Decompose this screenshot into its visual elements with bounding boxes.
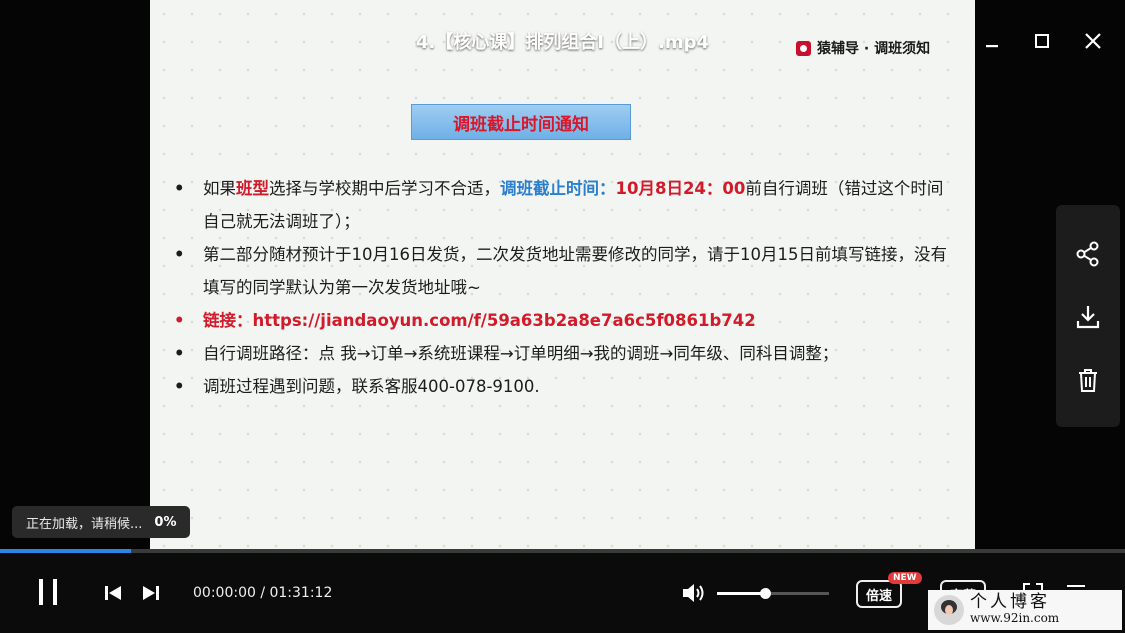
bullet-dot: • (174, 245, 185, 264)
volume-level (717, 592, 766, 595)
time-readout: 00:00:00 / 01:31:12 (193, 585, 333, 601)
bullet-text: 如果 (203, 179, 236, 198)
bullet-dot: • (174, 311, 185, 330)
watermark-title: 个人博客 (970, 592, 1050, 612)
bullet-text: 第二部分随材预计于10月16日发货，二次发货地址需要修改的同学，请于10月15日… (203, 245, 947, 297)
list-item: • 调班过程遇到问题，联系客服400-078-9100. (174, 370, 954, 403)
next-button[interactable] (139, 581, 163, 605)
bullet-text: 自行调班路径：点 我→订单→系统班课程→订单明细→我的调班→同年级、同科目调整； (203, 344, 839, 363)
deadline-value: 10月8日24：00 (615, 179, 746, 198)
video-frame[interactable]: 猿辅导 · 调班须知 调班截止时间通知 • 如果班型选择与学校期中后学习不合适，… (150, 0, 975, 552)
bullet-list: • 如果班型选择与学校期中后学习不合适，调班截止时间：10月8日24：00前自行… (174, 172, 954, 403)
volume-button[interactable] (680, 580, 708, 606)
share-icon (1076, 241, 1099, 267)
bullet-text: 调班过程遇到问题，联系客服400-078-9100. (203, 377, 540, 396)
list-item: • 第二部分随材预计于10月16日发货，二次发货地址需要修改的同学，请于10月1… (174, 238, 954, 304)
skip-next-icon (143, 586, 159, 600)
pause-icon (39, 579, 57, 605)
link-text: 链接：https://jiandaoyun.com/f/59a63b2a8e7a… (203, 311, 756, 330)
list-item: • 自行调班路径：点 我→订单→系统班课程→订单明细→我的调班→同年级、同科目调… (174, 337, 954, 370)
list-item: • 链接：https://jiandaoyun.com/f/59a63b2a8e… (174, 304, 954, 337)
maximize-button[interactable] (1029, 28, 1055, 54)
loading-percent: 0% (154, 514, 177, 530)
notice-title: 调班截止时间通知 (411, 104, 631, 140)
loading-text: 正在加载，请稍候... (26, 516, 143, 532)
bullet-dot: • (174, 377, 185, 396)
trash-icon (1079, 369, 1097, 392)
skip-previous-icon (105, 586, 121, 600)
loading-toast: 正在加载，请稍候... 0% (12, 506, 191, 538)
site-watermark: 个人博客 www.92in.com (928, 590, 1122, 630)
close-icon (1085, 33, 1101, 49)
bullet-highlight: 班型 (236, 179, 269, 198)
deadline-label: 调班截止时间： (500, 179, 616, 198)
bullet-dot: • (174, 179, 185, 198)
watermark-url: www.92in.com (970, 611, 1060, 625)
new-badge: NEW (888, 572, 922, 584)
download-icon (1076, 306, 1100, 329)
slide-brand: 猿辅导 · 调班须知 (796, 38, 930, 58)
brand-logo-icon (796, 40, 811, 56)
bullet-text: 选择与学校期中后学习不合适， (269, 179, 500, 198)
close-button[interactable] (1080, 28, 1106, 54)
slide-brand-text: 猿辅导 · 调班须知 (817, 41, 931, 57)
volume-slider[interactable] (717, 588, 829, 599)
pause-button[interactable] (32, 575, 64, 609)
list-item: • 如果班型选择与学校期中后学习不合适，调班截止时间：10月8日24：00前自行… (174, 172, 954, 238)
share-button[interactable] (1072, 238, 1104, 270)
bullet-dot: • (174, 344, 185, 363)
download-button[interactable] (1072, 301, 1104, 333)
maximize-icon (1035, 34, 1049, 48)
left-letterbox (0, 0, 150, 633)
speed-button[interactable]: 倍速 (856, 580, 903, 608)
side-action-panel (1056, 205, 1120, 427)
minimize-button[interactable] (979, 28, 1005, 54)
watermark-avatar-icon (934, 595, 964, 625)
minimize-icon (986, 45, 998, 48)
previous-button[interactable] (101, 581, 125, 605)
volume-knob[interactable] (760, 588, 772, 599)
delete-button[interactable] (1072, 364, 1104, 396)
volume-icon (683, 584, 704, 602)
